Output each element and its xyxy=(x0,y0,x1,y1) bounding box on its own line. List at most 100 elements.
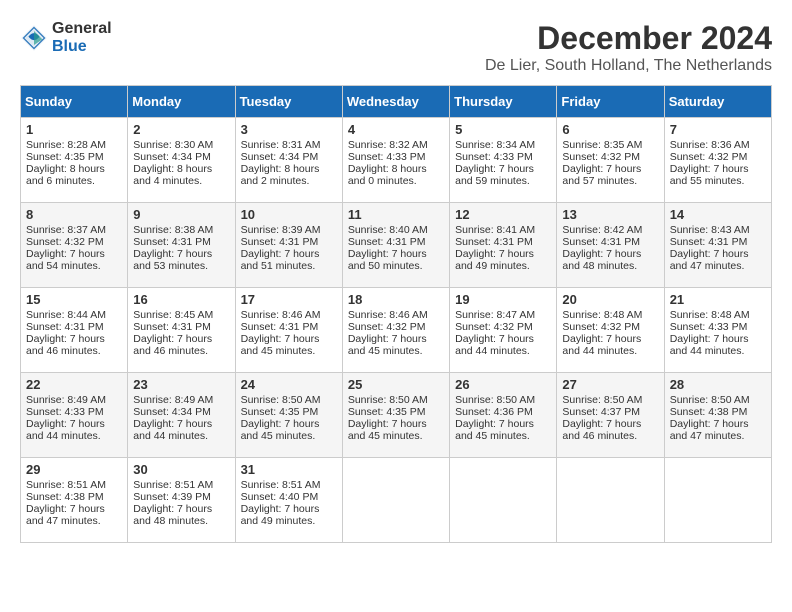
daylight: Daylight: 7 hours and 57 minutes. xyxy=(562,163,641,187)
daylight: Daylight: 7 hours and 48 minutes. xyxy=(562,248,641,272)
day-number: 1 xyxy=(26,122,122,137)
calendar-cell: 10Sunrise: 8:39 AMSunset: 4:31 PMDayligh… xyxy=(235,203,342,288)
calendar-cell: 5Sunrise: 8:34 AMSunset: 4:33 PMDaylight… xyxy=(450,118,557,203)
sunrise: Sunrise: 8:51 AM xyxy=(241,479,321,491)
daylight: Daylight: 7 hours and 45 minutes. xyxy=(241,333,320,357)
calendar-cell xyxy=(557,458,664,543)
sunrise: Sunrise: 8:37 AM xyxy=(26,224,106,236)
day-number: 4 xyxy=(348,122,444,137)
header-cell-sunday: Sunday xyxy=(21,86,128,118)
daylight: Daylight: 7 hours and 54 minutes. xyxy=(26,248,105,272)
daylight: Daylight: 8 hours and 2 minutes. xyxy=(241,163,320,187)
sunrise: Sunrise: 8:38 AM xyxy=(133,224,213,236)
sunset: Sunset: 4:32 PM xyxy=(26,236,104,248)
logo-blue: Blue xyxy=(52,38,112,56)
calendar-cell: 7 Sunrise: 8:36 AMSunset: 4:32 PMDaylight… xyxy=(664,118,771,203)
calendar-cell: 2Sunrise: 8:30 AMSunset: 4:34 PMDaylight… xyxy=(128,118,235,203)
daylight: Daylight: 7 hours and 44 minutes. xyxy=(670,333,749,357)
sunset: Sunset: 4:31 PM xyxy=(348,236,426,248)
sunset: Sunset: 4:33 PM xyxy=(670,321,748,333)
sunrise: Sunrise: 8:50 AM xyxy=(241,394,321,406)
daylight: Daylight: 7 hours and 55 minutes. xyxy=(670,163,749,187)
daylight: Daylight: 8 hours and 4 minutes. xyxy=(133,163,212,187)
calendar-week-row: 29 Sunrise: 8:51 AM Sunset: 4:38 PM Dayligh… xyxy=(21,458,772,543)
daylight: Daylight: 7 hours and 44 minutes. xyxy=(455,333,534,357)
calendar-cell: 13 Sunrise: 8:42 AMSunset: 4:31 PMDayligh… xyxy=(557,203,664,288)
header-cell-tuesday: Tuesday xyxy=(235,86,342,118)
header-cell-monday: Monday xyxy=(128,86,235,118)
day-number: 15 xyxy=(26,292,122,307)
day-number: 9 xyxy=(133,207,229,222)
sunrise: Sunrise: 8:42 AM xyxy=(562,224,642,236)
daylight: Daylight: 7 hours and 51 minutes. xyxy=(241,248,320,272)
daylight: Daylight: 7 hours and 50 minutes. xyxy=(348,248,427,272)
daylight: Daylight: 7 hours and 49 minutes. xyxy=(241,503,320,527)
sunrise: Sunrise: 8:48 AM xyxy=(562,309,642,321)
calendar-cell xyxy=(342,458,449,543)
calendar-cell xyxy=(664,458,771,543)
day-number: 28 xyxy=(670,377,766,392)
calendar-cell: 4Sunrise: 8:32 AMSunset: 4:33 PMDaylight… xyxy=(342,118,449,203)
day-number: 22 xyxy=(26,377,122,392)
day-number: 13 xyxy=(562,207,658,222)
daylight: Daylight: 8 hours and 0 minutes. xyxy=(348,163,427,187)
sunset: Sunset: 4:32 PM xyxy=(455,321,533,333)
day-number: 7 xyxy=(670,122,766,137)
day-number: 29 xyxy=(26,462,122,477)
sunset: Sunset: 4:33 PM xyxy=(455,151,533,163)
day-number: 19 xyxy=(455,292,551,307)
daylight: Daylight: 7 hours and 46 minutes. xyxy=(562,418,641,442)
sunset: Sunset: 4:34 PM xyxy=(133,406,211,418)
calendar-table: SundayMondayTuesdayWednesdayThursdayFrid… xyxy=(20,85,772,543)
calendar-body: 1 Sunrise: 8:28 AMSunset: 4:35 PM Daylight… xyxy=(21,118,772,543)
sunrise: Sunrise: 8:36 AM xyxy=(670,139,750,151)
title-area: December 2024 De Lier, South Holland, Th… xyxy=(485,20,772,75)
sunset: Sunset: 4:32 PM xyxy=(670,151,748,163)
sunset: Sunset: 4:31 PM xyxy=(26,321,104,333)
daylight: Daylight: 7 hours and 45 minutes. xyxy=(348,418,427,442)
sunset: Sunset: 4:33 PM xyxy=(348,151,426,163)
day-number: 26 xyxy=(455,377,551,392)
calendar-cell: 30Sunrise: 8:51 AMSunset: 4:39 PMDayligh… xyxy=(128,458,235,543)
daylight: Daylight: 7 hours and 45 minutes. xyxy=(348,333,427,357)
sunset: Sunset: 4:38 PM xyxy=(670,406,748,418)
calendar-cell: 3Sunrise: 8:31 AMSunset: 4:34 PMDaylight… xyxy=(235,118,342,203)
sunrise: Sunrise: 8:49 AM xyxy=(133,394,213,406)
sunset: Sunset: 4:32 PM xyxy=(562,321,640,333)
sunset: Sunset: 4:35 PM xyxy=(26,151,104,163)
sunset: Sunset: 4:38 PM xyxy=(26,491,104,503)
calendar-cell: 21Sunrise: 8:48 AMSunset: 4:33 PMDayligh… xyxy=(664,288,771,373)
calendar-cell: 16Sunrise: 8:45 AMSunset: 4:31 PMDayligh… xyxy=(128,288,235,373)
sunset: Sunset: 4:31 PM xyxy=(241,236,319,248)
sunrise: Sunrise: 8:46 AM xyxy=(348,309,428,321)
calendar-cell xyxy=(450,458,557,543)
logo-general: General xyxy=(52,20,112,38)
sunset: Sunset: 4:39 PM xyxy=(133,491,211,503)
calendar-cell: 9Sunrise: 8:38 AMSunset: 4:31 PMDaylight… xyxy=(128,203,235,288)
calendar-title: December 2024 xyxy=(485,20,772,57)
sunrise: Sunrise: 8:41 AM xyxy=(455,224,535,236)
calendar-cell: 20Sunrise: 8:48 AMSunset: 4:32 PMDayligh… xyxy=(557,288,664,373)
calendar-cell: 11Sunrise: 8:40 AMSunset: 4:31 PMDayligh… xyxy=(342,203,449,288)
day-number: 24 xyxy=(241,377,337,392)
sunset: Sunset: 4:31 PM xyxy=(562,236,640,248)
sunset: Sunset: 4:34 PM xyxy=(241,151,319,163)
calendar-cell: 19Sunrise: 8:47 AMSunset: 4:32 PMDayligh… xyxy=(450,288,557,373)
logo: General Blue xyxy=(20,20,112,55)
day-number: 25 xyxy=(348,377,444,392)
header-cell-thursday: Thursday xyxy=(450,86,557,118)
calendar-cell: 22Sunrise: 8:49 AMSunset: 4:33 PMDayligh… xyxy=(21,373,128,458)
calendar-cell: 31Sunrise: 8:51 AMSunset: 4:40 PMDayligh… xyxy=(235,458,342,543)
day-number: 14 xyxy=(670,207,766,222)
calendar-cell: 29Sunrise: 8:51 AMSunset: 4:38 PMDayligh… xyxy=(21,458,128,543)
calendar-cell: 27Sunrise: 8:50 AMSunset: 4:37 PMDayligh… xyxy=(557,373,664,458)
calendar-subtitle: De Lier, South Holland, The Netherlands xyxy=(485,57,772,75)
calendar-cell: 12Sunrise: 8:41 AMSunset: 4:31 PMDayligh… xyxy=(450,203,557,288)
sunset: Sunset: 4:31 PM xyxy=(241,321,319,333)
calendar-week-row: 1 Sunrise: 8:28 AMSunset: 4:35 PM Daylight… xyxy=(21,118,772,203)
calendar-header-row: SundayMondayTuesdayWednesdayThursdayFrid… xyxy=(21,86,772,118)
sunrise: Sunrise: 8:31 AM xyxy=(241,139,321,151)
sunrise: Sunrise: 8:28 AM xyxy=(26,139,106,151)
sunrise: Sunrise: 8:50 AM xyxy=(348,394,428,406)
day-number: 10 xyxy=(241,207,337,222)
